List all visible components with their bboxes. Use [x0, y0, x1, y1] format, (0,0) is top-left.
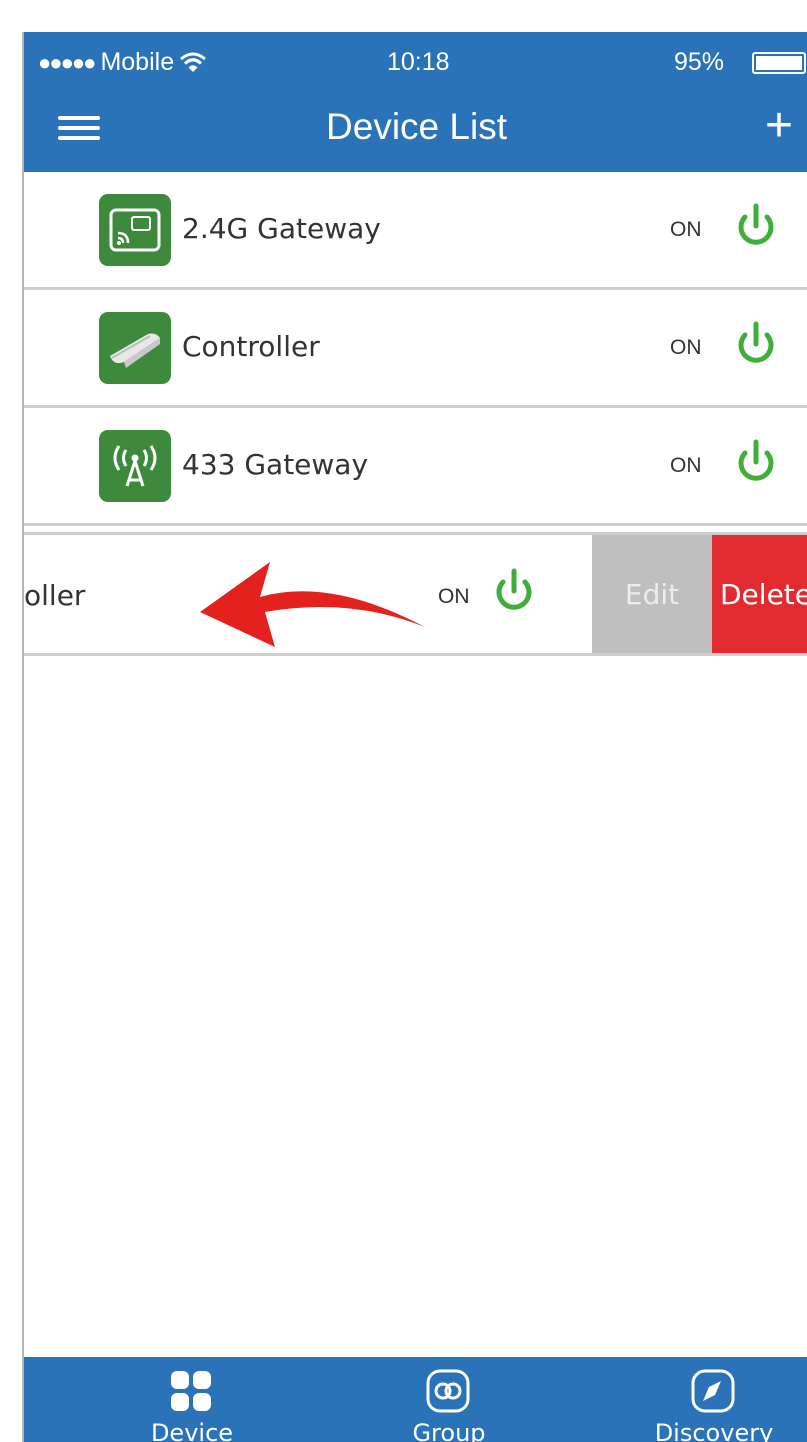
- tab-group[interactable]: Group: [369, 1357, 529, 1442]
- tab-label: Device: [150, 1419, 234, 1442]
- tab-label: Discovery: [654, 1419, 774, 1442]
- power-icon[interactable]: [734, 320, 778, 368]
- swipe-left-arrow-icon: [200, 562, 425, 647]
- device-name: 2.4G Gateway: [182, 212, 381, 245]
- carrier-name: Mobile: [100, 48, 175, 76]
- add-device-button[interactable]: +: [754, 98, 804, 154]
- group-icon: [426, 1369, 470, 1413]
- app-header: ●●●●● Mobile 10:18 95% Device List +: [24, 32, 807, 172]
- tab-discovery[interactable]: Discovery: [634, 1357, 794, 1442]
- device-row-gateway-24g[interactable]: 2.4G Gateway ON: [24, 172, 807, 290]
- device-name: 433 Gateway: [182, 448, 369, 481]
- phone-screen: ●●●●● Mobile 10:18 95% Device List + 2.4…: [22, 32, 807, 1442]
- device-row-controller[interactable]: Controller ON: [24, 290, 807, 408]
- signal-dots-icon: ●●●●●: [38, 49, 96, 75]
- edit-button[interactable]: Edit: [592, 535, 712, 653]
- status-time: 10:18: [387, 48, 450, 76]
- device-name: Controller: [182, 330, 320, 363]
- power-icon[interactable]: [492, 567, 536, 615]
- tab-label: Group: [412, 1419, 486, 1442]
- carrier-indicator: ●●●●● Mobile: [38, 48, 207, 77]
- power-icon[interactable]: [734, 202, 778, 250]
- device-state: ON: [670, 218, 702, 241]
- grid-icon: [171, 1371, 211, 1411]
- battery-icon: [752, 52, 806, 74]
- device-state: ON: [438, 585, 470, 608]
- wifi-icon: [180, 52, 207, 72]
- page-title: Device List: [326, 106, 507, 147]
- device-row-gateway-433[interactable]: 433 Gateway ON: [24, 408, 807, 526]
- antenna-433-icon: [99, 430, 171, 502]
- device-state: ON: [670, 454, 702, 477]
- device-state: ON: [670, 336, 702, 359]
- tab-bar: Device Group Discovery: [24, 1357, 807, 1442]
- delete-button[interactable]: Delete: [712, 535, 807, 653]
- title-row: Device List +: [24, 92, 807, 172]
- controller-icon: [99, 312, 171, 384]
- status-bar: ●●●●● Mobile 10:18 95%: [24, 32, 807, 92]
- device-name: oller: [24, 579, 86, 612]
- compass-icon: [691, 1369, 735, 1413]
- tab-device[interactable]: Device: [112, 1357, 272, 1442]
- power-icon[interactable]: [734, 438, 778, 486]
- gateway-24g-icon: [99, 194, 171, 266]
- battery-percent: 95%: [674, 48, 725, 76]
